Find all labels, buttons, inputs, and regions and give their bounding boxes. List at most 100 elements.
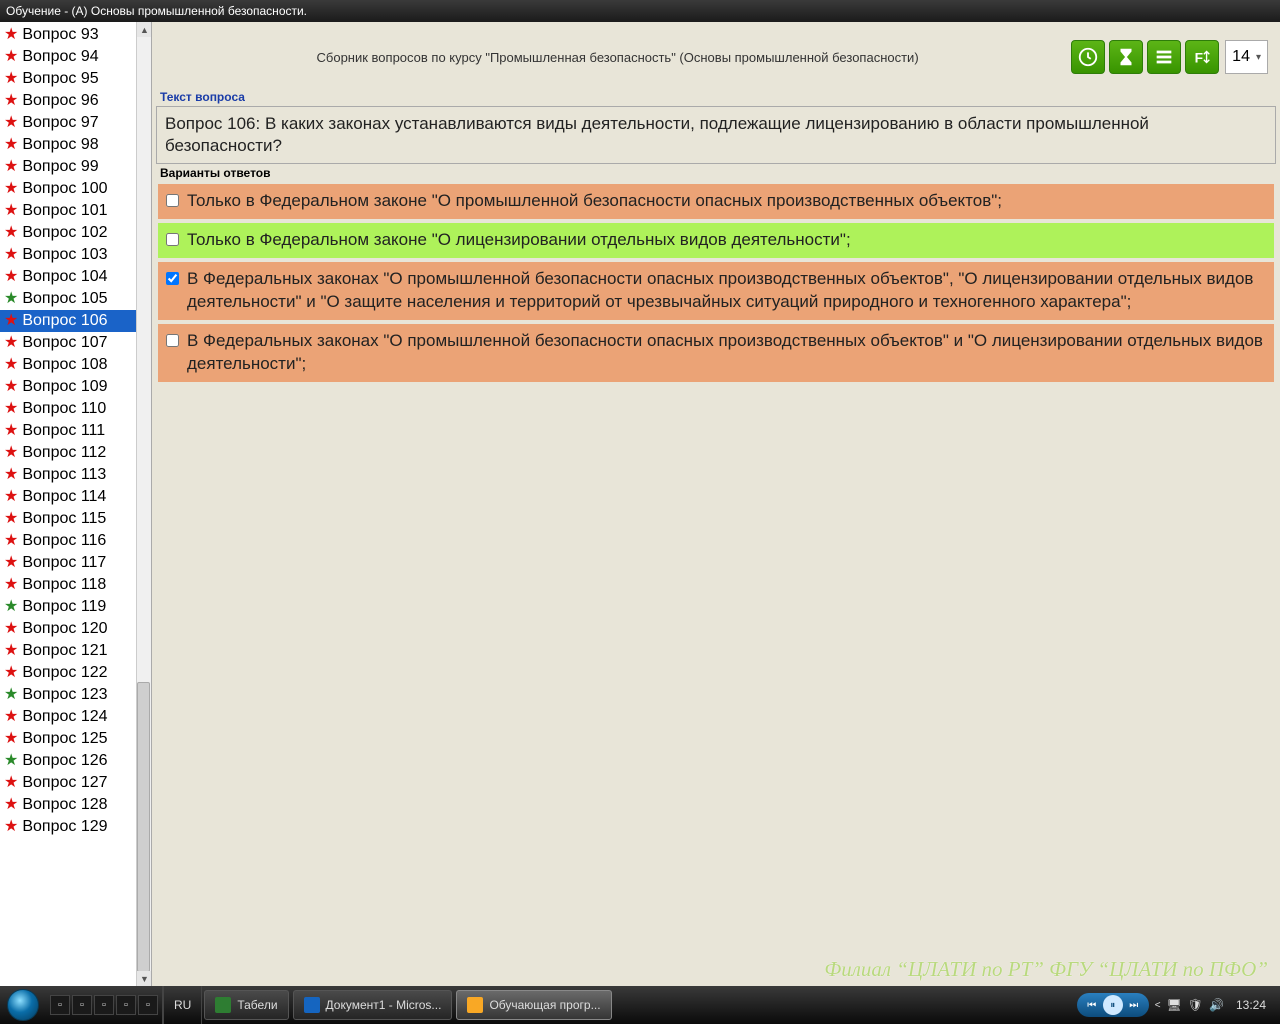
desktop-icon[interactable]: ▫ — [50, 995, 70, 1015]
sidebar-question-128[interactable]: ★Вопрос 128 — [0, 794, 151, 816]
scroll-up-arrow[interactable]: ▲ — [137, 22, 152, 37]
sidebar-question-109[interactable]: ★Вопрос 109 — [0, 376, 151, 398]
sidebar-question-103[interactable]: ★Вопрос 103 — [0, 244, 151, 266]
sidebar-question-105[interactable]: ★Вопрос 105 — [0, 288, 151, 310]
sidebar-question-104[interactable]: ★Вопрос 104 — [0, 266, 151, 288]
sidebar-question-121[interactable]: ★Вопрос 121 — [0, 640, 151, 662]
question-sidebar[interactable]: ★Вопрос 93★Вопрос 94★Вопрос 95★Вопрос 96… — [0, 22, 152, 986]
font-button[interactable]: F — [1185, 40, 1219, 74]
font-size-selector[interactable]: 14 ▾ — [1225, 40, 1268, 74]
sidebar-item-label: Вопрос 121 — [22, 642, 107, 660]
answer-text: Только в Федеральном законе "О лицензиро… — [187, 229, 851, 252]
tray-chevron-icon[interactable]: < — [1155, 1000, 1161, 1011]
sidebar-question-93[interactable]: ★Вопрос 93 — [0, 24, 151, 46]
sidebar-question-106[interactable]: ★Вопрос 106 — [0, 310, 151, 332]
clock-button[interactable] — [1071, 40, 1105, 74]
sidebar-question-95[interactable]: ★Вопрос 95 — [0, 68, 151, 90]
sidebar-question-101[interactable]: ★Вопрос 101 — [0, 200, 151, 222]
star-icon: ★ — [4, 643, 18, 659]
answer-checkbox[interactable] — [166, 233, 179, 246]
answer-option-2[interactable]: Только в Федеральном законе "О лицензиро… — [158, 223, 1274, 258]
media-next-icon[interactable]: ⏭ — [1125, 996, 1143, 1014]
star-icon: ★ — [4, 599, 18, 615]
switch-icon[interactable]: ▫ — [94, 995, 114, 1015]
media-controls[interactable]: ⏮ ⏸ ⏭ — [1077, 993, 1149, 1017]
answer-option-3[interactable]: В Федеральных законах "О промышленной бе… — [158, 262, 1274, 320]
sidebar-item-label: Вопрос 129 — [22, 818, 107, 836]
sidebar-question-116[interactable]: ★Вопрос 116 — [0, 530, 151, 552]
svg-text:F: F — [1195, 51, 1203, 66]
sidebar-question-122[interactable]: ★Вопрос 122 — [0, 662, 151, 684]
sidebar-item-label: Вопрос 122 — [22, 664, 107, 682]
sidebar-question-127[interactable]: ★Вопрос 127 — [0, 772, 151, 794]
answer-checkbox[interactable] — [166, 194, 179, 207]
answer-option-1[interactable]: Только в Федеральном законе "О промышлен… — [158, 184, 1274, 219]
sidebar-question-110[interactable]: ★Вопрос 110 — [0, 398, 151, 420]
hourglass-button[interactable] — [1109, 40, 1143, 74]
clock[interactable]: 13:24 — [1230, 998, 1272, 1012]
answer-checkbox[interactable] — [166, 334, 179, 347]
sidebar-scrollbar[interactable]: ▲ ▼ — [136, 22, 151, 986]
sidebar-question-99[interactable]: ★Вопрос 99 — [0, 156, 151, 178]
sidebar-item-label: Вопрос 118 — [22, 576, 106, 594]
sidebar-question-97[interactable]: ★Вопрос 97 — [0, 112, 151, 134]
sidebar-question-120[interactable]: ★Вопрос 120 — [0, 618, 151, 640]
taskbar-task[interactable]: Документ1 - Micros... — [293, 990, 453, 1020]
app-icon[interactable]: ▫ — [138, 995, 158, 1015]
sidebar-question-112[interactable]: ★Вопрос 112 — [0, 442, 151, 464]
sidebar-question-126[interactable]: ★Вопрос 126 — [0, 750, 151, 772]
sidebar-question-114[interactable]: ★Вопрос 114 — [0, 486, 151, 508]
sidebar-item-label: Вопрос 125 — [22, 730, 107, 748]
star-icon: ★ — [4, 467, 18, 483]
sidebar-item-label: Вопрос 116 — [22, 532, 106, 550]
star-icon: ★ — [4, 401, 18, 417]
list-button[interactable] — [1147, 40, 1181, 74]
star-icon: ★ — [4, 137, 18, 153]
answer-option-4[interactable]: В Федеральных законах "О промышленной бе… — [158, 324, 1274, 382]
sidebar-item-label: Вопрос 101 — [22, 202, 107, 220]
task-label: Документ1 - Micros... — [326, 998, 442, 1012]
media-play-icon[interactable]: ⏸ — [1103, 995, 1123, 1015]
sidebar-item-label: Вопрос 117 — [22, 554, 106, 572]
sidebar-question-125[interactable]: ★Вопрос 125 — [0, 728, 151, 750]
language-indicator[interactable]: RU — [163, 986, 202, 1024]
scroll-down-arrow[interactable]: ▼ — [137, 971, 152, 986]
sidebar-question-129[interactable]: ★Вопрос 129 — [0, 816, 151, 838]
wmp-icon[interactable]: ▫ — [116, 995, 136, 1015]
sidebar-question-108[interactable]: ★Вопрос 108 — [0, 354, 151, 376]
sidebar-question-94[interactable]: ★Вопрос 94 — [0, 46, 151, 68]
start-button[interactable] — [0, 986, 46, 1024]
star-icon: ★ — [4, 621, 18, 637]
ie-icon[interactable]: ▫ — [72, 995, 92, 1015]
tray-icon-1[interactable]: 🖥 — [1167, 998, 1182, 1012]
star-icon: ★ — [4, 225, 18, 241]
sidebar-question-117[interactable]: ★Вопрос 117 — [0, 552, 151, 574]
system-tray: ⏮ ⏸ ⏭ < 🖥 🛡 🔊 13:24 — [1069, 993, 1280, 1017]
sidebar-item-label: Вопрос 104 — [22, 268, 107, 286]
sidebar-question-111[interactable]: ★Вопрос 111 — [0, 420, 151, 442]
sidebar-question-96[interactable]: ★Вопрос 96 — [0, 90, 151, 112]
volume-icon[interactable]: 🔊 — [1209, 998, 1224, 1012]
sidebar-question-119[interactable]: ★Вопрос 119 — [0, 596, 151, 618]
sidebar-question-118[interactable]: ★Вопрос 118 — [0, 574, 151, 596]
sidebar-question-98[interactable]: ★Вопрос 98 — [0, 134, 151, 156]
sidebar-question-102[interactable]: ★Вопрос 102 — [0, 222, 151, 244]
sidebar-question-113[interactable]: ★Вопрос 113 — [0, 464, 151, 486]
media-prev-icon[interactable]: ⏮ — [1083, 996, 1101, 1014]
chevron-down-icon: ▾ — [1256, 52, 1261, 63]
answer-checkbox[interactable] — [166, 272, 179, 285]
main-panel: Сборник вопросов по курсу "Промышленная … — [152, 22, 1280, 986]
taskbar-task[interactable]: Обучающая прогр... — [456, 990, 611, 1020]
task-icon — [467, 997, 483, 1013]
sidebar-question-115[interactable]: ★Вопрос 115 — [0, 508, 151, 530]
star-icon: ★ — [4, 93, 18, 109]
star-icon: ★ — [4, 203, 18, 219]
sidebar-question-100[interactable]: ★Вопрос 100 — [0, 178, 151, 200]
sidebar-item-label: Вопрос 108 — [22, 356, 107, 374]
sidebar-question-107[interactable]: ★Вопрос 107 — [0, 332, 151, 354]
sidebar-question-123[interactable]: ★Вопрос 123 — [0, 684, 151, 706]
scrollbar-thumb[interactable] — [137, 682, 150, 972]
sidebar-question-124[interactable]: ★Вопрос 124 — [0, 706, 151, 728]
taskbar-task[interactable]: Табели — [204, 990, 288, 1020]
tray-icon-2[interactable]: 🛡 — [1188, 998, 1203, 1012]
